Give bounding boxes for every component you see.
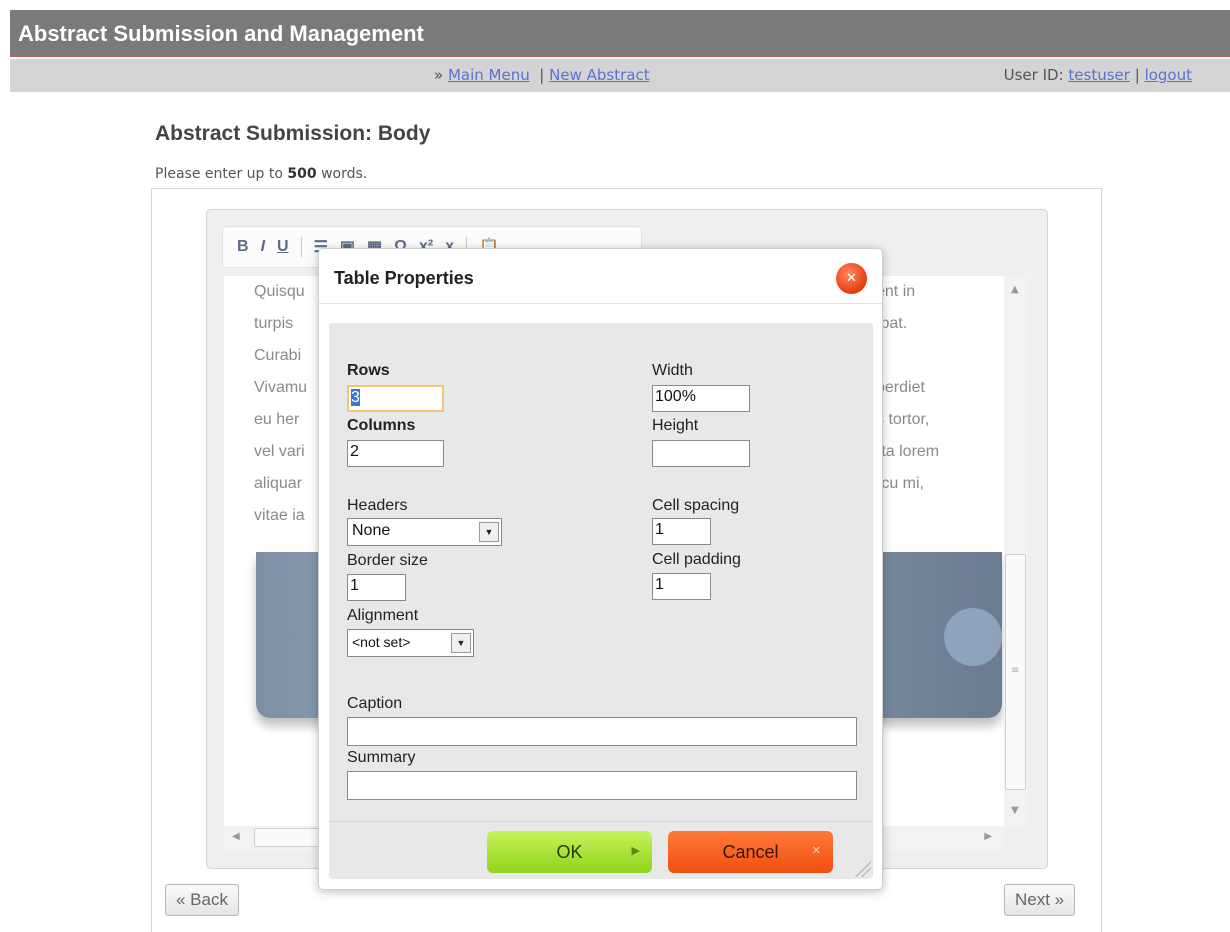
arrow-right-icon: ▶ [631,845,640,857]
border-size-label: Border size [347,552,428,569]
content-line: ent in [876,283,916,300]
width-input[interactable]: 100% [652,385,750,412]
chevron-down-icon[interactable]: ▼ [479,522,499,542]
dialog-divider [319,303,882,304]
cell-spacing-input[interactable]: 1 [652,518,711,545]
content-line: tpat. [876,315,908,332]
cell-padding-label: Cell padding [652,551,741,568]
cancel-label: Cancel [722,841,779,862]
headers-value: None [352,522,391,539]
nav-prefix: » [434,66,444,84]
bold-icon[interactable]: B [237,238,249,256]
next-button[interactable]: Next » [1004,884,1076,916]
scroll-up-icon[interactable]: ▲ [1011,284,1019,295]
width-label: Width [652,362,693,379]
rows-input[interactable]: 3 [347,385,444,412]
image-bubble-decoration [944,608,1002,666]
chevron-down-icon[interactable]: ▼ [451,633,471,653]
new-abstract-link[interactable]: New Abstract [549,66,649,84]
height-input[interactable] [652,440,750,467]
table-properties-dialog: Table Properties ✕ Rows 3 Columns 2 Head… [318,248,883,890]
close-icon: ✕ [811,845,821,857]
alignment-value: <not set> [352,634,411,650]
scrollbar-thumb[interactable] [254,828,324,847]
instruction-pre: Please enter up to [155,166,283,182]
nav-separator: | [539,66,545,84]
scroll-left-icon[interactable]: ◀ [232,831,240,842]
underline-icon[interactable]: U [277,238,289,256]
content-line: rta lorem [876,443,940,460]
content-line: s tortor, [876,411,930,428]
logout-link[interactable]: logout [1145,66,1192,84]
user-info: User ID: testuser | logout [1004,66,1192,84]
page-title: Abstract Submission: Body [155,122,431,145]
border-size-input[interactable]: 1 [347,574,406,601]
main-menu-link[interactable]: Main Menu [448,66,530,84]
cancel-button[interactable]: Cancel ✕ [668,831,833,873]
ok-label: OK [556,841,583,862]
summary-label: Summary [347,749,416,766]
back-button[interactable]: « Back [165,884,239,916]
scroll-right-icon[interactable]: ▶ [984,831,992,842]
resize-grip-icon[interactable] [855,861,871,877]
vertical-scrollbar[interactable]: ▲ ≡ ▼ [1004,276,1028,826]
ok-button[interactable]: OK ▶ [487,831,652,873]
dialog-footer-divider [329,821,873,822]
alignment-select[interactable]: <not set> ▼ [347,629,474,657]
user-id-label: User ID: [1003,66,1064,84]
user-id-link[interactable]: testuser [1068,66,1130,84]
close-icon[interactable]: ✕ [836,263,867,294]
scrollbar-thumb[interactable]: ≡ [1005,554,1026,790]
columns-label: Columns [347,417,416,434]
cell-padding-input[interactable]: 1 [652,573,711,600]
dialog-title: Table Properties [334,268,474,288]
caption-label: Caption [347,695,403,712]
headers-select[interactable]: None ▼ [347,518,502,546]
instruction-post: words. [321,166,368,182]
height-label: Height [652,417,699,434]
nav-links: » Main Menu | New Abstract [434,66,650,84]
grip-icon: ≡ [1011,665,1020,676]
rows-label: Rows [347,362,390,379]
alignment-label: Alignment [347,607,419,624]
rows-value: 3 [351,389,360,406]
title-bar: Abstract Submission and Management [10,10,1230,57]
scroll-down-icon[interactable]: ▼ [1011,805,1019,816]
cell-spacing-label: Cell spacing [652,497,740,514]
instruction-text: Please enter up to 500 words. [155,166,367,182]
app-title: Abstract Submission and Management [18,21,424,46]
summary-input[interactable] [347,771,857,800]
toolbar-separator [300,237,302,257]
italic-icon[interactable]: I [261,238,265,256]
headers-label: Headers [347,497,408,514]
content-line: perdiet [876,379,925,396]
dialog-panel: Rows 3 Columns 2 Headers None ▼ Border s… [329,323,873,879]
caption-input[interactable] [347,717,857,746]
content-text-right: ent in tpat. perdiet s tortor, rta lorem… [876,276,939,500]
nav-bar: » Main Menu | New Abstract User ID: test… [10,59,1230,92]
word-limit: 500 [287,166,317,182]
columns-input[interactable]: 2 [347,440,444,467]
content-line: rcu mi, [876,475,924,492]
content-line [876,340,939,372]
user-separator: | [1134,66,1140,84]
